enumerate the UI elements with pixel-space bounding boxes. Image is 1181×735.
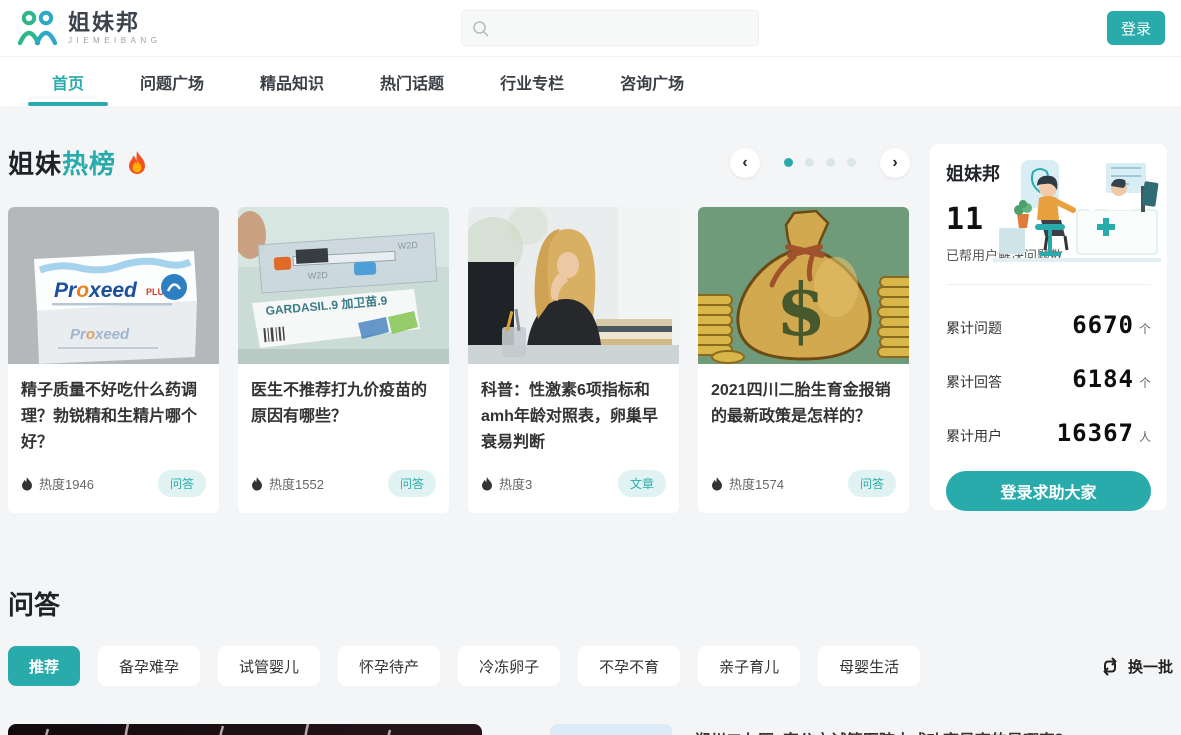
carousel-dot-4[interactable]: [847, 158, 856, 167]
refresh-batch-button[interactable]: 换一批: [1100, 656, 1173, 677]
hot-list-title: 姐妹热榜: [8, 144, 148, 181]
tab-recommended[interactable]: 推荐: [8, 646, 80, 686]
gardasil-vaccine-image: W2D W2D GARDASIL.9 加卫苗.9: [238, 207, 449, 364]
carousel-dot-1[interactable]: [784, 158, 793, 167]
heat-count: 热度1552: [269, 474, 324, 493]
qa-list: 郑州二七区2家公立试管医院中成功率最高的是哪家？: [550, 724, 1173, 735]
qa-section-title: 问答: [8, 585, 1173, 622]
stats-panel: 姐妹邦: [930, 144, 1167, 510]
woman-at-desk-image: [468, 207, 679, 364]
hot-list-header: 姐妹热榜 ‹ ›: [8, 144, 910, 181]
header: 姐妹邦 JIEMEIBANG 登录: [0, 0, 1181, 56]
search-bar[interactable]: [461, 10, 759, 46]
refresh-icon: [1100, 657, 1120, 676]
hot-card-list: Proxeed PLUS Proxeed 精子质量不好吃什么药调理？勃锐精和生精…: [8, 207, 910, 513]
hot-card[interactable]: $ 2021四川二胎生育金报销的最新政策是怎样的？ 热度1574 问答: [698, 207, 909, 513]
fire-icon: [126, 150, 148, 176]
heat-flame-icon: [21, 477, 33, 491]
heat-count: 热度1574: [729, 474, 784, 493]
tab-pregnancy[interactable]: 怀孕待产: [338, 646, 440, 686]
type-badge: 问答: [848, 470, 896, 497]
nav-item-question-plaza[interactable]: 问题广场: [112, 57, 232, 106]
heat-count: 热度3: [499, 474, 532, 493]
qa-item-title: 郑州二七区2家公立试管医院中成功率最高的是哪家？: [694, 724, 1071, 735]
search-icon: [472, 20, 489, 37]
money-bag-image: $: [698, 207, 909, 364]
svg-text:W2D: W2D: [308, 270, 329, 281]
tab-parenting[interactable]: 亲子育儿: [698, 646, 800, 686]
carousel-dot-3[interactable]: [826, 158, 835, 167]
main-nav: 首页 问题广场 精品知识 热门话题 行业专栏 咨询广场: [0, 56, 1181, 106]
qa-filter-tabs: 推荐 备孕难孕 试管婴儿 怀孕待产 冷冻卵子 不孕不育 亲子育儿 母婴生活 换一…: [8, 646, 1173, 686]
stat-row-users: 累计用户 16367 人: [946, 419, 1151, 447]
heat-flame-icon: [481, 477, 493, 491]
nav-item-home[interactable]: 首页: [24, 57, 112, 106]
login-button[interactable]: 登录: [1107, 11, 1165, 45]
brand-name: 姐妹邦: [68, 12, 161, 34]
hospital-thumb-image: [550, 724, 672, 735]
type-badge: 文章: [618, 470, 666, 497]
hot-carousel-controls: ‹ ›: [730, 148, 910, 178]
search-input[interactable]: [497, 20, 748, 36]
qa-content: 郑州二七区2家公立试管医院中成功率最高的是哪家？: [8, 724, 1173, 735]
nav-item-consult-plaza[interactable]: 咨询广场: [592, 57, 712, 106]
heat-count: 热度1946: [39, 474, 94, 493]
stat-row-answers: 累计回答 6184 个: [946, 365, 1151, 393]
jiemeibang-logo-icon: [16, 9, 60, 47]
carousel-next-button[interactable]: ›: [880, 148, 910, 178]
stat-unit: 个: [1139, 374, 1151, 391]
qa-section: 问答 推荐 备孕难孕 试管婴儿 怀孕待产 冷冻卵子 不孕不育 亲子育儿 母婴生活…: [8, 585, 1173, 735]
svg-text:W2D: W2D: [398, 240, 419, 251]
tab-ivf[interactable]: 试管婴儿: [218, 646, 320, 686]
tab-egg-freezing[interactable]: 冷冻卵子: [458, 646, 560, 686]
stat-value: 6670: [1072, 311, 1134, 339]
qa-list-item[interactable]: 郑州二七区2家公立试管医院中成功率最高的是哪家？: [550, 724, 1173, 735]
hot-card-title: 2021四川二胎生育金报销的最新政策是怎样的？: [711, 378, 896, 458]
type-badge: 问答: [388, 470, 436, 497]
proxeed-medicine-box-image: Proxeed PLUS Proxeed: [8, 207, 219, 364]
svg-text:$: $: [776, 267, 826, 352]
brand-logo[interactable]: 姐妹邦 JIEMEIBANG: [16, 9, 161, 47]
svg-text:Proxeed: Proxeed: [54, 279, 138, 302]
brand-latin: JIEMEIBANG: [68, 36, 161, 45]
nav-item-knowledge[interactable]: 精品知识: [232, 57, 352, 106]
svg-text:Proxeed: Proxeed: [70, 326, 130, 343]
stat-label: 累计问题: [946, 318, 1002, 338]
stat-value: 16367: [1057, 419, 1134, 447]
carousel-dot-2[interactable]: [805, 158, 814, 167]
tab-mother-baby-life[interactable]: 母婴生活: [818, 646, 920, 686]
heat-flame-icon: [251, 477, 263, 491]
qa-featured-card[interactable]: [8, 724, 482, 735]
stat-label: 累计回答: [946, 372, 1002, 392]
refresh-label: 换一批: [1128, 656, 1173, 677]
hot-card-title: 医生不推荐打九价疫苗的原因有哪些？: [251, 378, 436, 458]
nav-item-industry[interactable]: 行业专栏: [472, 57, 592, 106]
carousel-prev-button[interactable]: ‹: [730, 148, 760, 178]
stat-row-questions: 累计问题 6670 个: [946, 311, 1151, 339]
hot-card[interactable]: Proxeed PLUS Proxeed 精子质量不好吃什么药调理？勃锐精和生精…: [8, 207, 219, 513]
stat-label: 累计用户: [946, 426, 1002, 446]
sperm-cells-image: [8, 724, 482, 735]
stat-value: 6184: [1072, 365, 1134, 393]
consultation-illustration: [993, 158, 1161, 264]
type-badge: 问答: [158, 470, 206, 497]
hot-card[interactable]: W2D W2D GARDASIL.9 加卫苗.9: [238, 207, 449, 513]
nav-item-hot-topics[interactable]: 热门话题: [352, 57, 472, 106]
hot-card[interactable]: 科普：性激素6项指标和amh年龄对照表，卵巢早衰易判断 热度3 文章: [468, 207, 679, 513]
login-help-button[interactable]: 登录求助大家: [946, 471, 1151, 511]
hot-card-title: 科普：性激素6项指标和amh年龄对照表，卵巢早衰易判断: [481, 378, 666, 458]
hot-card-title: 精子质量不好吃什么药调理？勃锐精和生精片哪个好？: [21, 378, 206, 458]
heat-flame-icon: [711, 477, 723, 491]
tab-preparing-pregnancy[interactable]: 备孕难孕: [98, 646, 200, 686]
stat-unit: 人: [1139, 428, 1151, 445]
stat-unit: 个: [1139, 320, 1151, 337]
tab-infertility[interactable]: 不孕不育: [578, 646, 680, 686]
